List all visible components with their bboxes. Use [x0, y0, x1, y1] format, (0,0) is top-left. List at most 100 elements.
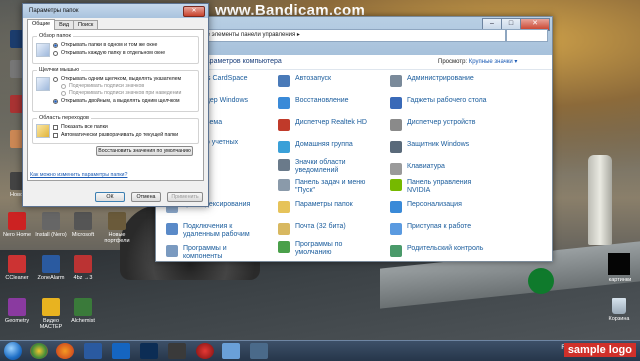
- radio-underline-always[interactable]: Подчеркивать подписи значков: [61, 83, 144, 89]
- checkbox[interactable]: [53, 124, 58, 130]
- help-link[interactable]: Как можно изменить параметры папки?: [30, 172, 127, 178]
- cp-item-label: Параметры папок: [295, 201, 353, 208]
- radio-underline-hover[interactable]: Подчеркивать подписи значков при наведен…: [61, 90, 181, 96]
- green-circle-overlay: [528, 268, 554, 294]
- desktop-wallpaper-bollard: [588, 155, 612, 245]
- click-items-illustration: [36, 77, 50, 91]
- firefox-icon[interactable]: [56, 343, 74, 359]
- cp-item-remote[interactable]: Подключения к удаленным рабочим: [166, 223, 266, 239]
- cp-item-label: Панель управления NVIDIA: [407, 179, 472, 194]
- cp-item-default-programs[interactable]: Программы по умолчанию: [278, 241, 368, 257]
- desktop-icon-label: Видео МАСТЕР: [39, 318, 63, 330]
- checkbox-auto-expand[interactable]: Автоматически разворачивать до текущей п…: [53, 132, 178, 138]
- option-label: Открывать каждую папку в отдельном окне: [61, 50, 166, 56]
- checkbox-show-all-folders[interactable]: Показать все папки: [53, 124, 108, 130]
- radio-separate-window[interactable]: Открывать каждую папку в отдельном окне: [53, 50, 165, 56]
- app-icon-2[interactable]: [250, 343, 268, 359]
- restore-defaults-button[interactable]: Восстановить значения по умолчанию: [96, 146, 193, 156]
- address-bar[interactable]: ▸ Все элементы панели управления ▸: [190, 29, 506, 42]
- desktop-icon-nero-home[interactable]: Nero Home: [0, 212, 34, 238]
- desktop-icon-zonealarm[interactable]: ZoneAlarm: [34, 255, 68, 281]
- nvidia-icon: [390, 179, 402, 191]
- windows-media-icon[interactable]: [112, 343, 130, 359]
- desktop-icon-briefcase[interactable]: Новые портфели: [100, 212, 134, 244]
- radio-button[interactable]: [53, 98, 58, 104]
- group-label: Щелчки мышью: [37, 67, 82, 73]
- radio-single-click[interactable]: Открывать одним щелчком, выделять указат…: [53, 76, 181, 82]
- desktop-icon-label: Новые портфели: [104, 232, 130, 244]
- radio-button[interactable]: [61, 83, 66, 89]
- desktop-icon-alchemist[interactable]: Alchemist: [66, 298, 100, 324]
- navigation-pane-illustration: [36, 124, 50, 138]
- desktop-icon-label: Корзина: [608, 316, 630, 322]
- desktop-icon-video-master[interactable]: Видео МАСТЕР: [34, 298, 68, 330]
- start-button[interactable]: [4, 342, 22, 360]
- cp-item-taskbar[interactable]: Панель задач и меню "Пуск": [278, 179, 373, 195]
- desktop-icon-label: ZoneAlarm: [37, 275, 65, 281]
- desktop-icon-ccleaner[interactable]: CCleaner: [0, 255, 34, 281]
- dialog-buttons: ОК Отмена Применить: [95, 192, 203, 202]
- recycle-bin-icon: [612, 298, 626, 314]
- desktop-icon-install[interactable]: Install (Nero): [34, 212, 68, 238]
- cp-item-label: Восстановление: [295, 97, 349, 104]
- desktop-icon-microsoft[interactable]: Microsoft: [66, 212, 100, 238]
- cp-item-nvidia[interactable]: Панель управления NVIDIA: [390, 179, 480, 195]
- mail-icon: [278, 223, 290, 235]
- view-dropdown[interactable]: Крупные значки ▾: [469, 59, 518, 65]
- desktop-icon-recycle-bin[interactable]: Корзина: [604, 298, 634, 322]
- cp-item-label: Родительский контроль: [407, 245, 484, 252]
- dialog-title: Параметры папок: [29, 8, 79, 14]
- search-input[interactable]: [506, 29, 548, 42]
- cp-item-personalization[interactable]: Персонализация: [390, 201, 462, 213]
- tab-panel-general: Обзор папок Открывать папки в одном и то…: [27, 29, 204, 181]
- cp-item-gadgets[interactable]: Гаджеты рабочего стола: [390, 97, 487, 109]
- cancel-button[interactable]: Отмена: [131, 192, 161, 202]
- cp-item-label: Программы и компоненты: [183, 245, 227, 260]
- cp-item-label: Администрирование: [407, 75, 474, 82]
- desktop-icon-label: Install (Nero): [35, 232, 67, 238]
- cp-item-device-manager[interactable]: Диспетчер устройств: [390, 119, 475, 131]
- cp-item-folder-options[interactable]: Параметры папок: [278, 201, 353, 213]
- desktop-icon-label: CCleaner: [5, 275, 29, 281]
- control-panel-window: – □ ✕ ▸ Все элементы панели управления ▸…: [155, 16, 553, 262]
- radio-double-click[interactable]: Открывать двойным, а выделять одним щелч…: [53, 98, 180, 104]
- ok-button[interactable]: ОК: [95, 192, 125, 202]
- desktop-icon-geometry[interactable]: Geometry: [0, 298, 34, 324]
- cp-item-programs[interactable]: Программы и компоненты: [166, 245, 266, 261]
- apply-button[interactable]: Применить: [167, 192, 203, 202]
- cp-item-recovery[interactable]: Восстановление: [278, 97, 349, 109]
- gadgets-icon: [390, 97, 402, 109]
- photoshop-icon[interactable]: [140, 343, 158, 359]
- chrome-icon[interactable]: [30, 343, 48, 359]
- radio-button[interactable]: [53, 42, 58, 48]
- cp-item-label: Домашняя группа: [295, 141, 353, 148]
- cp-item-admin[interactable]: Администрирование: [390, 75, 474, 87]
- control-panel-task-icon[interactable]: [222, 343, 240, 359]
- radio-button[interactable]: [53, 76, 58, 82]
- app-icon[interactable]: [168, 343, 186, 359]
- view-selector[interactable]: Просмотр: Крупные значки ▾: [438, 58, 517, 65]
- checkbox[interactable]: [53, 132, 58, 138]
- desktop-icon-4bz[interactable]: 4bz →3: [66, 255, 100, 281]
- autoplay-icon: [278, 75, 290, 87]
- radio-button[interactable]: [61, 90, 66, 96]
- cp-item-label: Панель задач и меню "Пуск": [295, 179, 366, 194]
- cp-item-autoplay[interactable]: Автозапуск: [278, 75, 331, 87]
- explorer-icon[interactable]: [84, 343, 102, 359]
- cp-item-realtek[interactable]: Диспетчер Realtek HD: [278, 119, 367, 131]
- radio-same-window[interactable]: Открывать папки в одном и том же окне: [53, 42, 157, 48]
- cp-item-defender[interactable]: Защитник Windows: [390, 141, 469, 153]
- cp-item-homegroup[interactable]: Домашняя группа: [278, 141, 353, 153]
- cp-item-mail[interactable]: Почта (32 бита): [278, 223, 346, 235]
- tab-general[interactable]: Общие: [27, 19, 56, 30]
- remote-desktop-icon: [166, 223, 178, 235]
- cp-item-keyboard[interactable]: Клавиатура: [390, 163, 445, 175]
- cp-item-label: Гаджеты рабочего стола: [407, 97, 487, 104]
- dialog-close-button[interactable]: ✕: [183, 6, 205, 17]
- bandicam-icon[interactable]: [196, 343, 214, 359]
- cp-item-tray-icons[interactable]: Значки области уведомлений: [278, 159, 368, 175]
- radio-button[interactable]: [53, 50, 58, 56]
- cp-item-getting-started[interactable]: Приступая к работе: [390, 223, 471, 235]
- pictures-icon[interactable]: [608, 253, 630, 275]
- cp-item-parental[interactable]: Родительский контроль: [390, 245, 483, 257]
